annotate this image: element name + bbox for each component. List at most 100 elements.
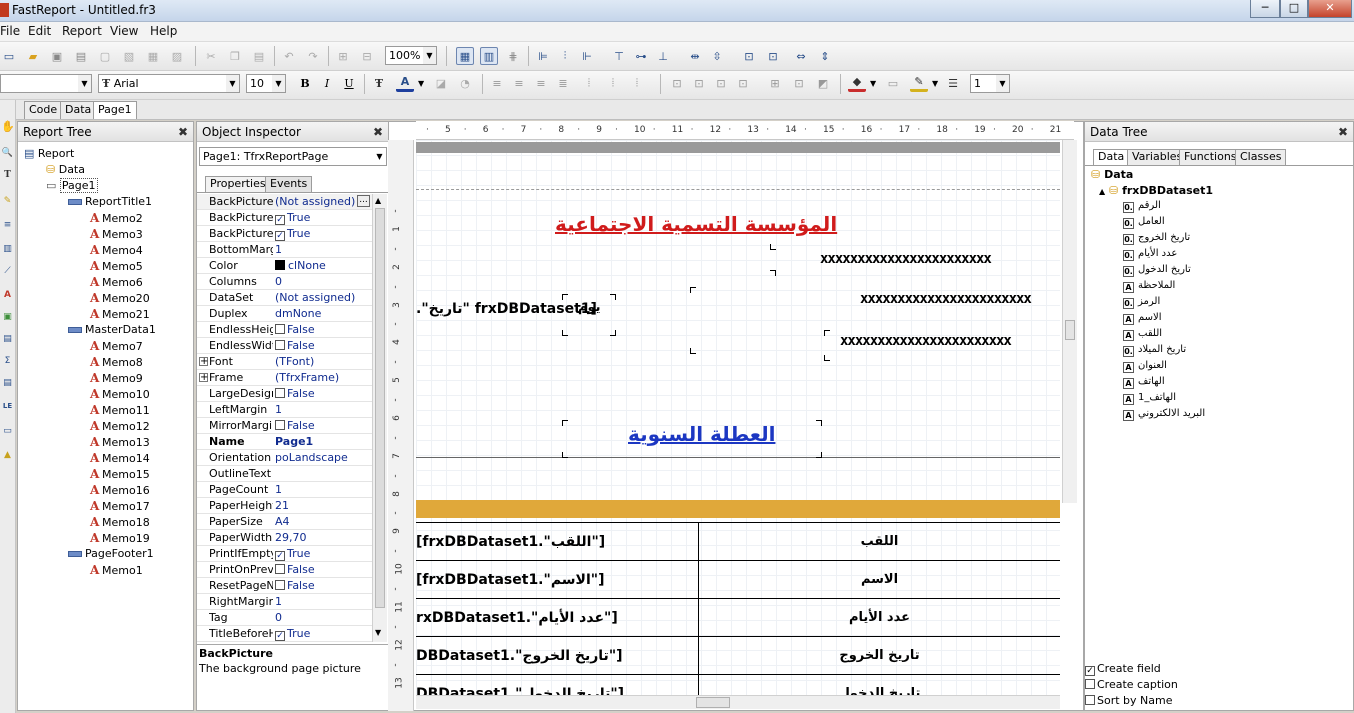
property-value[interactable]: 29,70: [275, 530, 371, 545]
field-item[interactable]: A العنوان: [1117, 360, 1167, 373]
field-item[interactable]: A الهاتف_1: [1117, 392, 1176, 405]
align-right-edges-icon[interactable]: ⊩: [578, 47, 596, 65]
checkbox[interactable]: [275, 564, 285, 574]
menu-report[interactable]: Report: [62, 24, 102, 38]
property-row[interactable]: TitleBeforeHeader✓True: [197, 626, 373, 642]
checkbox[interactable]: ✓: [1085, 666, 1095, 676]
property-row[interactable]: PrintIfEmpty ✓ True: [197, 546, 373, 562]
rich-text-tool-icon[interactable]: ▤: [1, 378, 14, 391]
frame-all-icon[interactable]: ⊞: [766, 74, 784, 92]
tree-item-memo21[interactable]: A Memo21: [90, 307, 150, 322]
bold-button[interactable]: B: [296, 74, 314, 92]
show-grid-icon[interactable]: ▦: [456, 47, 474, 65]
table-label-memo[interactable]: الاسم: [699, 561, 1060, 599]
property-row[interactable]: PrintOnPreviousPage False: [197, 562, 373, 578]
tree-item-memo3[interactable]: A Memo3: [90, 227, 143, 242]
text-align-center-icon[interactable]: ≡: [510, 74, 528, 92]
property-row[interactable]: + Font (TFont): [197, 354, 373, 370]
property-row[interactable]: Duplex dmNone: [197, 306, 373, 322]
checkbox[interactable]: ✓: [275, 631, 285, 641]
style-select[interactable]: ▼: [0, 74, 92, 93]
property-value[interactable]: ✓ True: [275, 226, 371, 241]
table-label-memo[interactable]: اللقب: [699, 523, 1060, 561]
table-field-memo[interactable]: DBDataset1."تاريخ الخروج"]: [416, 637, 698, 675]
preview-icon[interactable]: ▤: [72, 47, 90, 65]
checkbox[interactable]: ✓: [275, 215, 285, 225]
scroll-thumb[interactable]: [375, 208, 385, 608]
copy-icon[interactable]: ❐: [226, 47, 244, 65]
tab-functions[interactable]: Functions: [1179, 149, 1242, 165]
tree-item-memo18[interactable]: A Memo18: [90, 515, 150, 530]
menu-edit[interactable]: Edit: [28, 24, 51, 38]
property-row[interactable]: BackPictureVisible✓True: [197, 226, 373, 242]
tree-item-memo2[interactable]: A Memo2: [90, 211, 143, 226]
zoom-icon[interactable]: 🔍: [1, 148, 14, 161]
save-icon[interactable]: ▣: [48, 47, 66, 65]
option-create-field[interactable]: ✓ Create field: [1085, 662, 1161, 676]
property-value[interactable]: dmNone: [275, 306, 371, 321]
property-row[interactable]: PaperWidth 29,70: [197, 530, 373, 546]
property-value[interactable]: 1: [275, 402, 371, 417]
subreport-tool-icon[interactable]: ▤: [1, 334, 14, 347]
same-width-icon[interactable]: ⇔: [792, 47, 810, 65]
highlight-icon[interactable]: Ŧ: [370, 74, 388, 92]
checkbox[interactable]: [275, 420, 285, 430]
space-horizontally-icon[interactable]: ⇹: [686, 47, 704, 65]
tree-item-memo6[interactable]: A Memo6: [90, 275, 143, 290]
property-row[interactable]: BottomMargin1: [197, 242, 373, 258]
expand-icon[interactable]: +: [199, 357, 208, 367]
property-row[interactable]: RightMargin 1: [197, 594, 373, 610]
table-field-memo[interactable]: [frxDBDataset1."الاسم"]: [416, 561, 698, 599]
band-tool-icon[interactable]: ≡: [1, 220, 14, 233]
chevron-down-icon[interactable]: ▼: [870, 79, 876, 88]
table-field-memo[interactable]: rxDBDataset1."عدد الأيام"]: [416, 599, 698, 637]
font-color-icon[interactable]: A: [396, 74, 414, 92]
chart-tool-icon[interactable]: ▥: [1, 244, 14, 257]
report-title-memo[interactable]: المؤسسة التسمية الاجتماعية: [555, 212, 837, 236]
expand-icon[interactable]: +: [199, 373, 208, 383]
property-value[interactable]: False: [275, 418, 371, 433]
tree-item-memo16[interactable]: A Memo16: [90, 483, 150, 498]
shadow-icon[interactable]: ◩: [814, 74, 832, 92]
field-item[interactable]: A الاسم: [1117, 312, 1162, 325]
line-color-icon[interactable]: ✎: [910, 74, 928, 92]
property-row[interactable]: Tag 0: [197, 610, 373, 626]
tab-page1[interactable]: Page1: [93, 101, 137, 119]
text-tool-icon[interactable]: T: [1, 170, 14, 183]
property-value[interactable]: 1: [275, 242, 371, 257]
data-root[interactable]: ⛁ Data: [1091, 168, 1133, 181]
property-value[interactable]: 21: [275, 498, 371, 513]
property-row[interactable]: ResetPageNumbers False: [197, 578, 373, 594]
option-sort-by-name[interactable]: Sort by Name: [1085, 694, 1173, 707]
shape-tool-icon[interactable]: ▭: [1, 426, 14, 439]
tree-item-memo20[interactable]: A Memo20: [90, 291, 150, 306]
checkbox[interactable]: [275, 580, 285, 590]
property-value[interactable]: (TFont): [275, 354, 371, 369]
tree-item-memo11[interactable]: A Memo11: [90, 403, 150, 418]
tree-item-page1[interactable]: ▭ Page1: [46, 178, 98, 193]
property-row[interactable]: PaperHeight 21: [197, 498, 373, 514]
new-page-icon[interactable]: ▢: [96, 47, 114, 65]
space-vertically-icon[interactable]: ⇳: [708, 47, 726, 65]
field-item[interactable]: A اللقب: [1117, 328, 1162, 341]
tree-item-memo5[interactable]: A Memo5: [90, 259, 143, 274]
italic-button[interactable]: I: [318, 74, 336, 92]
frame-color-icon[interactable]: ▭: [884, 74, 902, 92]
frame-left-icon[interactable]: ⊡: [712, 74, 730, 92]
property-row[interactable]: PaperSize A4: [197, 514, 373, 530]
tree-item-memo12[interactable]: A Memo12: [90, 419, 150, 434]
tree-item-memo13[interactable]: A Memo13: [90, 435, 150, 450]
property-value[interactable]: False: [275, 386, 371, 401]
property-row[interactable]: + Frame (TfrxFrame): [197, 370, 373, 386]
paste-icon[interactable]: ▤: [250, 47, 268, 65]
tree-item-memo4[interactable]: A Memo4: [90, 243, 143, 258]
tab-data[interactable]: Data: [60, 101, 97, 119]
chevron-down-icon[interactable]: ▼: [418, 79, 424, 88]
field-item[interactable]: 0. الرقم: [1117, 200, 1161, 213]
option-create-caption[interactable]: Create caption: [1085, 678, 1178, 691]
ellipsis-button[interactable]: ...: [357, 195, 370, 207]
tree-item-reporttitle1[interactable]: ReportTitle1: [68, 195, 152, 209]
scroll-thumb[interactable]: [696, 697, 730, 708]
menu-help[interactable]: Help: [150, 24, 177, 38]
tree-item-memo17[interactable]: A Memo17: [90, 499, 150, 514]
